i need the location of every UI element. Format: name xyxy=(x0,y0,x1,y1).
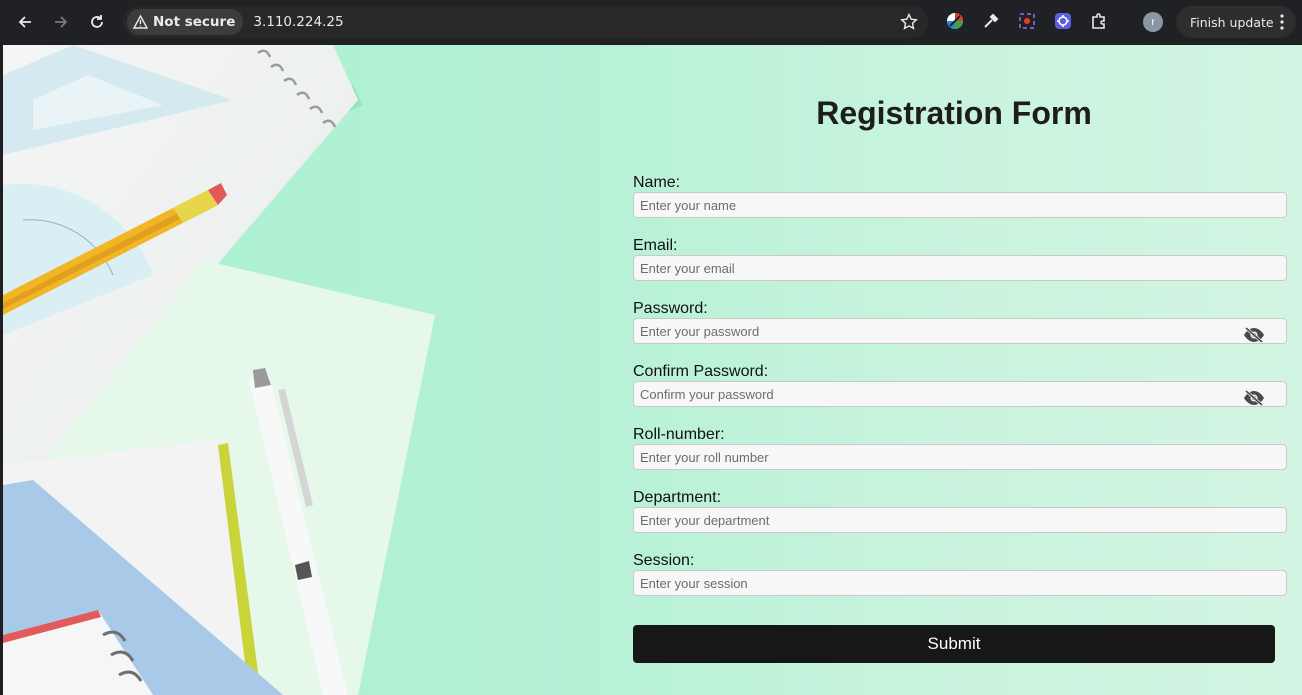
kebab-menu-icon xyxy=(1280,14,1284,30)
back-arrow-icon xyxy=(18,16,31,28)
confirm-password-input[interactable] xyxy=(633,381,1287,407)
form-title: Registration Form xyxy=(816,95,1092,131)
security-chip[interactable]: Not secure xyxy=(127,9,244,35)
eyedropper-button[interactable] xyxy=(980,10,1002,32)
forward-arrow-icon xyxy=(55,16,68,28)
reload-icon xyxy=(91,15,103,28)
gear-badge-icon xyxy=(1055,13,1071,29)
eye-off-icon[interactable] xyxy=(1243,390,1265,406)
roll-number-field-group: Roll-number: xyxy=(633,425,1287,470)
session-field-group: Session: xyxy=(633,551,1287,596)
password-input[interactable] xyxy=(633,318,1287,344)
forward-button[interactable] xyxy=(43,4,79,40)
extension-color-button[interactable] xyxy=(944,10,966,32)
back-button[interactable] xyxy=(7,4,43,40)
department-label: Department: xyxy=(633,489,722,506)
eye-off-icon[interactable] xyxy=(1243,327,1265,343)
department-input[interactable] xyxy=(633,507,1287,533)
password-label: Password: xyxy=(633,300,708,317)
name-field-group: Name: xyxy=(633,173,1287,218)
reload-button[interactable] xyxy=(79,4,115,40)
name-input[interactable] xyxy=(633,192,1287,218)
browser-toolbar: Not secure 3.110.224.25 r Finish update xyxy=(0,0,1302,44)
bookmark-button[interactable] xyxy=(900,12,918,36)
session-label: Session: xyxy=(633,552,695,569)
roll-number-input[interactable] xyxy=(633,444,1287,470)
department-field-group: Department: xyxy=(633,488,1287,533)
star-icon xyxy=(900,12,918,30)
puzzle-icon xyxy=(1092,13,1105,29)
url-text: 3.110.224.25 xyxy=(253,14,344,30)
capture-icon xyxy=(1019,13,1035,29)
submit-button[interactable]: Submit xyxy=(633,625,1275,663)
password-field-group: Password: xyxy=(633,299,1287,344)
session-input[interactable] xyxy=(633,570,1287,596)
address-bar[interactable]: Not secure 3.110.224.25 xyxy=(123,6,928,38)
extension-purple-button[interactable] xyxy=(1052,10,1074,32)
eyedropper-icon xyxy=(984,13,999,28)
finish-update-label: Finish update xyxy=(1190,14,1274,30)
page-content: Registration Form Name: Email: Password:… xyxy=(3,45,1302,695)
confirm-password-field-group: Confirm Password: xyxy=(633,362,1287,407)
screenshot-extension-button[interactable] xyxy=(1016,10,1038,32)
confirm-password-label: Confirm Password: xyxy=(633,363,769,380)
security-label: Not secure xyxy=(153,14,236,30)
warning-icon xyxy=(133,15,148,29)
profile-avatar[interactable]: r xyxy=(1143,12,1163,32)
name-label: Name: xyxy=(633,174,681,191)
stationery-illustration xyxy=(3,45,435,695)
email-input[interactable] xyxy=(633,255,1287,281)
color-wheel-icon xyxy=(947,13,963,29)
email-field-group: Email: xyxy=(633,236,1287,281)
roll-number-label: Roll-number: xyxy=(633,426,725,443)
extensions-menu-button[interactable] xyxy=(1088,10,1110,32)
email-label: Email: xyxy=(633,237,678,254)
finish-update-button[interactable]: Finish update xyxy=(1176,6,1296,38)
